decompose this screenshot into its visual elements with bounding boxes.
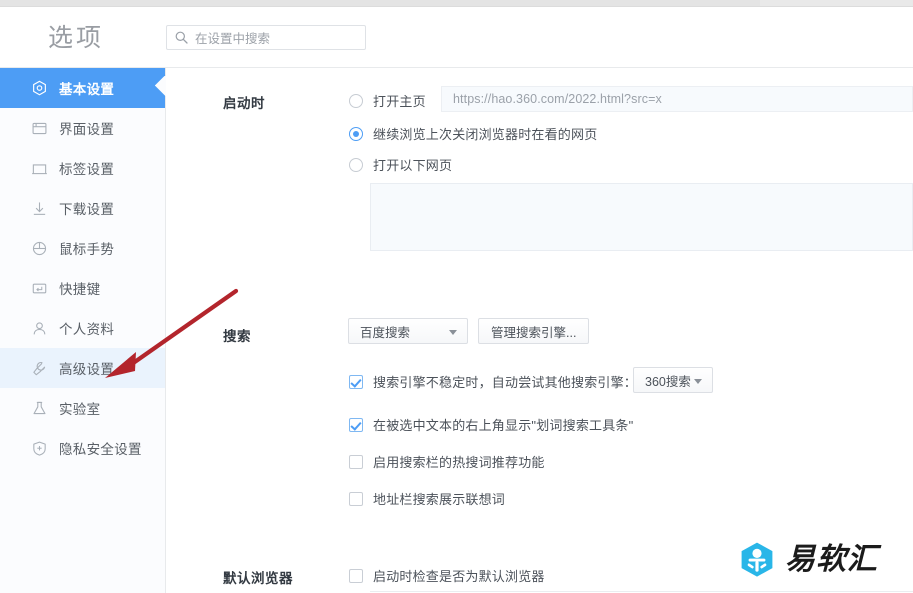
sidebar-item-label: 个人资料 (59, 322, 115, 337)
sidebar-item-label: 高级设置 (59, 362, 115, 377)
options-window: 选项 基本设置 (0, 0, 913, 593)
chevron-down-icon (694, 379, 702, 384)
search-section-label: 搜索 (223, 329, 251, 344)
option-label: 打开以下网页 (373, 158, 453, 173)
shield-plus-icon (30, 439, 48, 457)
checkbox-selection-search-toolbar[interactable] (349, 417, 363, 432)
header: 选项 (0, 7, 913, 68)
window-chrome-strip-right (760, 0, 913, 6)
option-label: 打开主页 (373, 94, 426, 109)
tab-icon (30, 159, 48, 177)
checkbox-search-fallback[interactable] (349, 374, 363, 389)
search-icon (175, 31, 188, 44)
startup-section-label: 启动时 (223, 96, 265, 111)
settings-search-box[interactable] (166, 25, 366, 51)
hexagon-target-icon (30, 79, 48, 97)
sidebar-item-label: 基本设置 (59, 82, 115, 97)
person-icon (30, 319, 48, 337)
sidebar-item-label: 下载设置 (59, 202, 115, 217)
search-input[interactable] (193, 26, 365, 51)
startup-option-open-pages[interactable]: 打开以下网页 (349, 155, 452, 174)
download-arrow-icon (30, 199, 48, 217)
radio-open-homepage[interactable] (349, 93, 363, 108)
sidebar-item-label: 鼠标手势 (59, 242, 115, 257)
radio-open-pages[interactable] (349, 157, 363, 172)
sidebar-item-shortcuts[interactable]: 快捷键 (0, 268, 165, 308)
sidebar-item-mouse-gestures[interactable]: 鼠标手势 (0, 228, 165, 268)
checkbox-hot-keywords[interactable] (349, 454, 363, 469)
option-label: 启动时检查是否为默认浏览器 (373, 569, 545, 584)
watermark: 易软汇 (738, 541, 878, 579)
checkbox-addressbar-suggestions[interactable] (349, 491, 363, 506)
search-toolbar-row[interactable]: 在被选中文本的右上角显示"划词搜索工具条" (349, 415, 633, 434)
chevron-down-icon (449, 330, 457, 335)
sidebar-item-download-settings[interactable]: 下载设置 (0, 188, 165, 228)
search-fallback-row[interactable]: 搜索引擎不稳定时，自动尝试其他搜索引擎： (349, 372, 637, 391)
sidebar-item-privacy-security[interactable]: 隐私安全设置 (0, 428, 165, 468)
fallback-engine-value: 360搜索 (645, 374, 691, 389)
sidebar-item-label: 界面设置 (59, 122, 115, 137)
checkbox-check-default-browser[interactable] (349, 568, 363, 583)
hot-keywords-row[interactable]: 启用搜索栏的热搜词推荐功能 (349, 452, 545, 471)
option-label: 在被选中文本的右上角显示"划词搜索工具条" (373, 418, 634, 433)
keyboard-key-icon (30, 279, 48, 297)
option-label: 地址栏搜索展示联想词 (373, 492, 506, 507)
search-engine-value: 百度搜索 (360, 325, 411, 340)
flask-icon (30, 399, 48, 417)
sidebar-item-lab[interactable]: 实验室 (0, 388, 165, 428)
wrench-icon (30, 359, 48, 377)
addressbar-suggestions-row[interactable]: 地址栏搜索展示联想词 (349, 489, 505, 508)
option-label: 继续浏览上次关闭浏览器时在看的网页 (373, 127, 598, 142)
section-divider (370, 591, 913, 592)
sidebar-item-interface-settings[interactable]: 界面设置 (0, 108, 165, 148)
sidebar-item-advanced-settings[interactable]: 高级设置 (0, 348, 165, 388)
default-browser-section-label: 默认浏览器 (223, 571, 293, 586)
option-label: 搜索引擎不稳定时，自动尝试其他搜索引擎： (373, 375, 638, 390)
startup-option-open-homepage[interactable]: 打开主页 (349, 91, 426, 110)
default-browser-check-row[interactable]: 启动时检查是否为默认浏览器 (349, 566, 545, 585)
manage-search-engines-button[interactable]: 管理搜索引擎... (478, 318, 590, 344)
homepage-url-field[interactable]: https://hao.360.com/2022.html?src=x (441, 86, 913, 112)
yiruanhui-logo-icon (738, 541, 776, 579)
watermark-text: 易软汇 (785, 542, 878, 577)
option-label: 启用搜索栏的热搜词推荐功能 (373, 455, 545, 470)
fallback-engine-select[interactable]: 360搜索 (633, 367, 713, 393)
sidebar-item-tab-settings[interactable]: 标签设置 (0, 148, 165, 188)
sidebar-item-label: 实验室 (59, 402, 101, 417)
sidebar-item-basic-settings[interactable]: 基本设置 (0, 68, 165, 108)
sidebar-item-profile[interactable]: 个人资料 (0, 308, 165, 348)
active-indicator-notch (155, 76, 166, 100)
radio-restore-session[interactable] (349, 126, 363, 141)
sidebar-item-label: 隐私安全设置 (59, 442, 142, 457)
startup-pages-textarea[interactable] (370, 183, 913, 251)
window-icon (30, 119, 48, 137)
search-engine-select[interactable]: 百度搜索 (348, 318, 468, 344)
mouse-icon (30, 239, 48, 257)
sidebar-item-label: 快捷键 (59, 282, 101, 297)
startup-option-restore-session[interactable]: 继续浏览上次关闭浏览器时在看的网页 (349, 124, 597, 143)
sidebar-item-label: 标签设置 (59, 162, 115, 177)
sidebar: 基本设置 界面设置 标签设置 下载设置 鼠标手势 快捷键 个人资料 高级设置 实… (0, 68, 166, 593)
page-title: 选项 (48, 24, 105, 52)
